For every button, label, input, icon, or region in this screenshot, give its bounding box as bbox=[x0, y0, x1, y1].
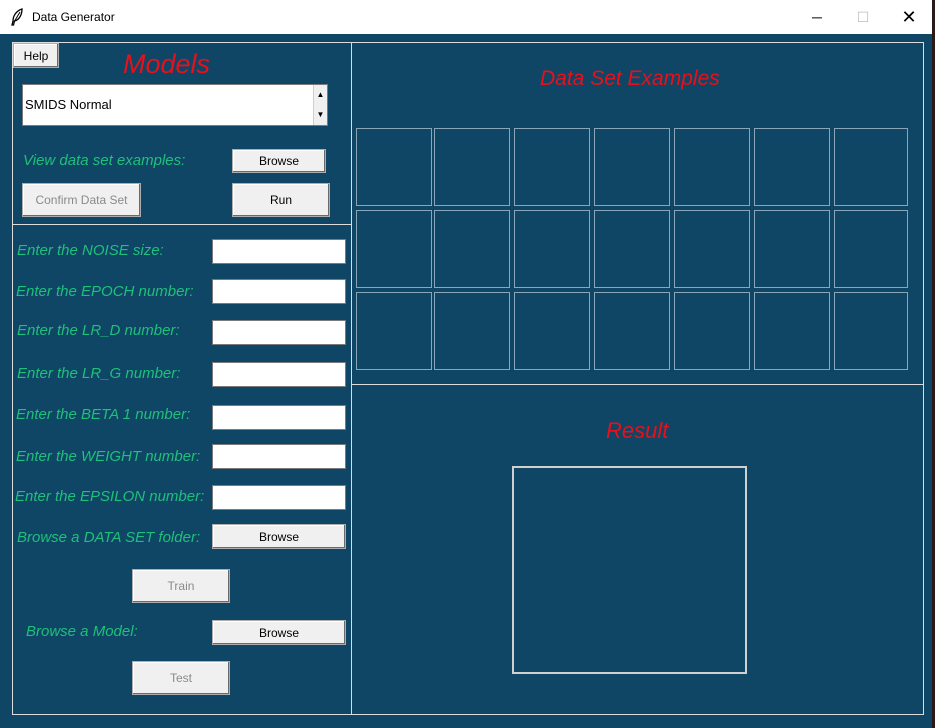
example-image-cell bbox=[754, 128, 830, 206]
confirm-data-set-button[interactable]: Confirm Data Set bbox=[22, 183, 141, 217]
close-button[interactable]: ✕ bbox=[886, 0, 932, 34]
example-image-cell bbox=[834, 128, 908, 206]
example-image-cell bbox=[834, 210, 908, 288]
model-scrollbar[interactable]: ▲ ▼ bbox=[313, 85, 327, 125]
result-heading: Result bbox=[606, 418, 669, 443]
epoch-label: Enter the EPOCH number: bbox=[16, 283, 194, 300]
scroll-down-icon[interactable]: ▼ bbox=[314, 105, 327, 125]
example-image-cell bbox=[834, 292, 908, 370]
example-image-cell bbox=[434, 210, 510, 288]
example-image-cell bbox=[754, 292, 830, 370]
feather-icon bbox=[11, 8, 23, 26]
browse-dataset-button[interactable]: Browse bbox=[212, 524, 346, 549]
example-image-cell bbox=[674, 210, 750, 288]
model-listbox[interactable]: SMIDS Normal ▲ ▼ bbox=[22, 84, 328, 126]
example-image-cell bbox=[356, 292, 432, 370]
example-image-cell bbox=[594, 128, 670, 206]
dataset-folder-label: Browse a DATA SET folder: bbox=[17, 529, 201, 546]
help-button[interactable]: Help bbox=[13, 43, 59, 68]
maximize-button[interactable]: ☐ bbox=[840, 0, 886, 34]
lr-d-label: Enter the LR_D number: bbox=[17, 322, 180, 339]
weight-label: Enter the WEIGHT number: bbox=[16, 448, 201, 465]
noise-label: Enter the NOISE size: bbox=[17, 242, 164, 259]
example-image-cell bbox=[356, 128, 432, 206]
example-image-cell bbox=[514, 292, 590, 370]
window-title: Data Generator bbox=[32, 10, 115, 24]
example-image-cell bbox=[434, 128, 510, 206]
beta1-input[interactable] bbox=[212, 405, 346, 430]
train-button[interactable]: Train bbox=[132, 569, 230, 603]
example-image-cell bbox=[674, 128, 750, 206]
view-examples-label: View data set examples: bbox=[23, 152, 186, 169]
epoch-input[interactable] bbox=[212, 279, 346, 304]
example-image-cell bbox=[594, 292, 670, 370]
minimize-button[interactable]: ─ bbox=[794, 0, 840, 34]
beta1-label: Enter the BETA 1 number: bbox=[16, 406, 191, 423]
examples-heading: Data Set Examples bbox=[540, 67, 720, 90]
browse-model-label: Browse a Model: bbox=[26, 623, 138, 640]
result-image-area bbox=[512, 466, 747, 674]
example-image-cell bbox=[754, 210, 830, 288]
example-image-cell bbox=[674, 292, 750, 370]
epsilon-label: Enter the EPSILON number: bbox=[15, 488, 205, 505]
lr-g-input[interactable] bbox=[212, 362, 346, 387]
browse-examples-button[interactable]: Browse bbox=[232, 149, 326, 173]
model-list-item[interactable]: SMIDS Normal bbox=[25, 97, 112, 112]
models-heading: Models bbox=[123, 49, 211, 79]
example-image-cell bbox=[594, 210, 670, 288]
title-bar: Data Generator ─ ☐ ✕ bbox=[0, 0, 932, 34]
run-button[interactable]: Run bbox=[232, 183, 330, 217]
example-image-cell bbox=[514, 210, 590, 288]
noise-input[interactable] bbox=[212, 239, 346, 264]
app-window: Data Generator ─ ☐ ✕ Help Models SMIDS N… bbox=[0, 0, 932, 728]
lr-d-input[interactable] bbox=[212, 320, 346, 345]
scroll-up-icon[interactable]: ▲ bbox=[314, 85, 327, 105]
example-image-cell bbox=[356, 210, 432, 288]
weight-input[interactable] bbox=[212, 444, 346, 469]
browse-model-button[interactable]: Browse bbox=[212, 620, 346, 645]
epsilon-input[interactable] bbox=[212, 485, 346, 510]
test-button[interactable]: Test bbox=[132, 661, 230, 695]
example-image-cell bbox=[434, 292, 510, 370]
example-image-cell bbox=[514, 128, 590, 206]
lr-g-label: Enter the LR_G number: bbox=[17, 365, 181, 382]
